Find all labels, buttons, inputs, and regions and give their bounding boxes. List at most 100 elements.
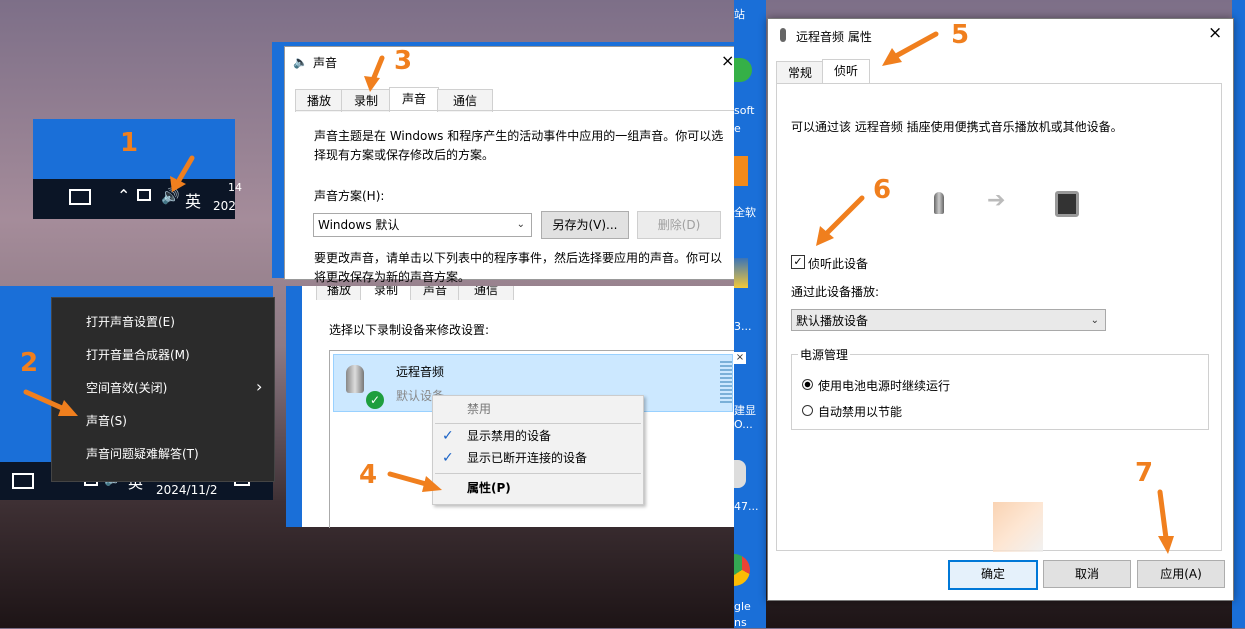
step-number-7: 7 bbox=[1135, 458, 1154, 488]
tab-recording[interactable]: 录制 bbox=[360, 286, 412, 300]
close-icon[interactable]: × bbox=[1208, 23, 1222, 43]
network-icon[interactable] bbox=[137, 189, 151, 201]
menu-open-sound-settings[interactable]: 打开声音设置(E) bbox=[52, 306, 274, 339]
chevron-down-icon: ⌄ bbox=[1090, 315, 1099, 326]
tray-volume-menu: 打开声音设置(E) 打开音量合成器(M) 空间音效(关闭) › 声音(S) 声音… bbox=[51, 297, 275, 482]
news-icon[interactable] bbox=[69, 189, 91, 205]
radio-continue-label[interactable]: 使用电池电源时继续运行 bbox=[818, 377, 950, 394]
props-content: 可以通过该 远程音频 插座使用便携式音乐播放机或其他设备。 ➔ ✓ 侦听此设备 … bbox=[776, 83, 1222, 552]
ctx-properties[interactable]: 属性(P) bbox=[433, 477, 643, 499]
speaker-device-icon bbox=[1055, 191, 1079, 217]
ctx-separator bbox=[435, 423, 641, 424]
ime-indicator[interactable]: 英 bbox=[185, 188, 201, 212]
ctx-separator bbox=[435, 473, 641, 474]
close-icon[interactable]: × bbox=[721, 51, 734, 70]
chevron-up-icon[interactable]: ⌃ bbox=[117, 186, 130, 205]
desktop-icon-label: soft bbox=[734, 104, 755, 117]
app-icon-green[interactable] bbox=[734, 58, 752, 82]
desktop-icon-label: e bbox=[734, 122, 741, 135]
cancel-button[interactable]: 取消 bbox=[1043, 560, 1131, 588]
scheme-description: 声音主题是在 Windows 和程序产生的活动事件中应用的一组声音。你可以选择现… bbox=[314, 129, 724, 162]
app-icon-gray[interactable] bbox=[734, 460, 746, 488]
tab-general[interactable]: 常规 bbox=[776, 61, 824, 84]
playback-device-value: 默认播放设备 bbox=[796, 314, 869, 328]
tab-playback[interactable]: 播放 bbox=[316, 286, 362, 300]
desktop-icon-label: 全软 bbox=[734, 206, 756, 219]
delete-button[interactable]: 删除(D) bbox=[637, 211, 721, 239]
tab-recording[interactable]: 录制 bbox=[341, 89, 391, 112]
default-check-icon: ✓ bbox=[366, 391, 384, 409]
tab-listen[interactable]: 侦听 bbox=[822, 59, 870, 84]
events-description: 要更改声音，请单击以下列表中的程序事件，然后选择要应用的声音。你可以将更改保存为… bbox=[314, 251, 723, 284]
radio-continue[interactable] bbox=[802, 379, 813, 390]
listen-checkbox[interactable]: ✓ bbox=[791, 255, 805, 269]
submenu-chevron-icon: › bbox=[256, 377, 263, 396]
scheme-value: Windows 默认 bbox=[318, 218, 400, 232]
sound-tab-strip: 播放 录制 声音 通信 bbox=[295, 87, 735, 112]
menu-sounds[interactable]: 声音(S) bbox=[52, 405, 274, 438]
desktop-icon-label: gle bbox=[734, 600, 751, 613]
clock-time[interactable]: 14 bbox=[228, 181, 242, 194]
power-group-label: 电源管理 bbox=[798, 346, 851, 363]
tab-sounds[interactable]: 声音 bbox=[410, 286, 460, 300]
news-icon[interactable] bbox=[12, 473, 34, 489]
tab-communications[interactable]: 通信 bbox=[437, 89, 493, 112]
check-icon: ✓ bbox=[442, 428, 454, 444]
volume-icon[interactable]: 🔊 bbox=[161, 187, 180, 205]
close-icon[interactable]: × bbox=[734, 352, 746, 364]
scheme-select[interactable]: Windows 默认 ⌄ bbox=[313, 213, 532, 237]
ctx-show-disconnected[interactable]: ✓ 显示已断开连接的设备 bbox=[433, 447, 643, 469]
ctx-disable[interactable]: 禁用 bbox=[433, 398, 643, 420]
listen-checkbox-label[interactable]: 侦听此设备 bbox=[808, 255, 868, 272]
app-icon-python[interactable] bbox=[734, 258, 748, 288]
props-tab-strip: 常规 侦听 bbox=[776, 59, 1216, 84]
power-management-group: 电源管理 使用电池电源时继续运行 自动禁用以节能 bbox=[791, 346, 1209, 430]
ctx-show-disabled-label: 显示禁用的设备 bbox=[467, 429, 552, 443]
speaker-icon: 🔈 bbox=[293, 55, 308, 69]
listen-description: 可以通过该 远程音频 插座使用便携式音乐播放机或其他设备。 bbox=[791, 120, 1123, 134]
chrome-icon[interactable] bbox=[734, 554, 750, 586]
device-name: 远程音频 bbox=[396, 365, 445, 379]
desktop-icon-label: 站 bbox=[734, 8, 745, 21]
menu-open-volume-mixer[interactable]: 打开音量合成器(M) bbox=[52, 339, 274, 372]
sound-dialog-title: 声音 bbox=[313, 56, 338, 70]
clock-date[interactable]: 2024/11/2 bbox=[156, 483, 218, 497]
app-icon-orange[interactable] bbox=[734, 156, 748, 186]
chevron-down-icon: ⌄ bbox=[516, 219, 525, 230]
sound-dialog: 🔈 声音 × 播放 录制 声音 通信 声音主题是在 Windows 和程序产生的… bbox=[284, 46, 736, 284]
step-number-2: 2 bbox=[20, 348, 39, 378]
menu-sound-troubleshoot[interactable]: 声音问题疑难解答(T) bbox=[52, 438, 274, 471]
step-number-1: 1 bbox=[120, 128, 139, 158]
save-as-button[interactable]: 另存为(V)... bbox=[541, 211, 629, 239]
tab-communications[interactable]: 通信 bbox=[458, 286, 514, 300]
step-number-3: 3 bbox=[394, 46, 413, 76]
ok-button[interactable]: 确定 bbox=[948, 560, 1038, 590]
level-meter bbox=[720, 361, 732, 405]
tab-playback[interactable]: 播放 bbox=[295, 89, 343, 112]
arrow-right-icon: ➔ bbox=[987, 188, 1006, 213]
microphone-icon bbox=[780, 28, 786, 42]
step-number-5: 5 bbox=[951, 20, 970, 50]
playback-device-select[interactable]: 默认播放设备 ⌄ bbox=[791, 309, 1106, 331]
properties-title: 远程音频 属性 bbox=[796, 30, 872, 44]
desktop-icon-label: 47... bbox=[734, 500, 759, 513]
apply-button[interactable]: 应用(A) bbox=[1137, 560, 1225, 588]
ctx-show-disconnected-label: 显示已断开连接的设备 bbox=[467, 451, 588, 465]
recording-instruction: 选择以下录制设备来修改设置: bbox=[329, 323, 490, 337]
playback-label: 通过此设备播放: bbox=[791, 285, 880, 299]
clock-date[interactable]: 202 bbox=[213, 199, 236, 213]
radio-auto-disable-label[interactable]: 自动禁用以节能 bbox=[818, 403, 902, 420]
tab-sounds[interactable]: 声音 bbox=[389, 87, 439, 112]
microphone-icon bbox=[346, 365, 364, 393]
menu-spatial-sound[interactable]: 空间音效(关闭) bbox=[52, 372, 274, 405]
desktop-strip: 站 soft e 全软 3... × 建显 O... 47... gle ns bbox=[734, 0, 766, 629]
desktop-icon-label: ns bbox=[734, 616, 747, 629]
record-tab-strip: 播放 录制 声音 通信 bbox=[316, 286, 734, 300]
microphone-icon bbox=[934, 192, 944, 214]
device-context-menu: 禁用 ✓ 显示禁用的设备 ✓ 显示已断开连接的设备 属性(P) bbox=[432, 395, 644, 505]
taskbar-crop-1: ⌃ 🔊 英 14 202 bbox=[33, 179, 242, 219]
radio-auto-disable[interactable] bbox=[802, 405, 813, 416]
step-number-4: 4 bbox=[359, 460, 378, 490]
arrow-7 bbox=[1157, 489, 1174, 554]
ctx-show-disabled[interactable]: ✓ 显示禁用的设备 bbox=[433, 425, 643, 447]
